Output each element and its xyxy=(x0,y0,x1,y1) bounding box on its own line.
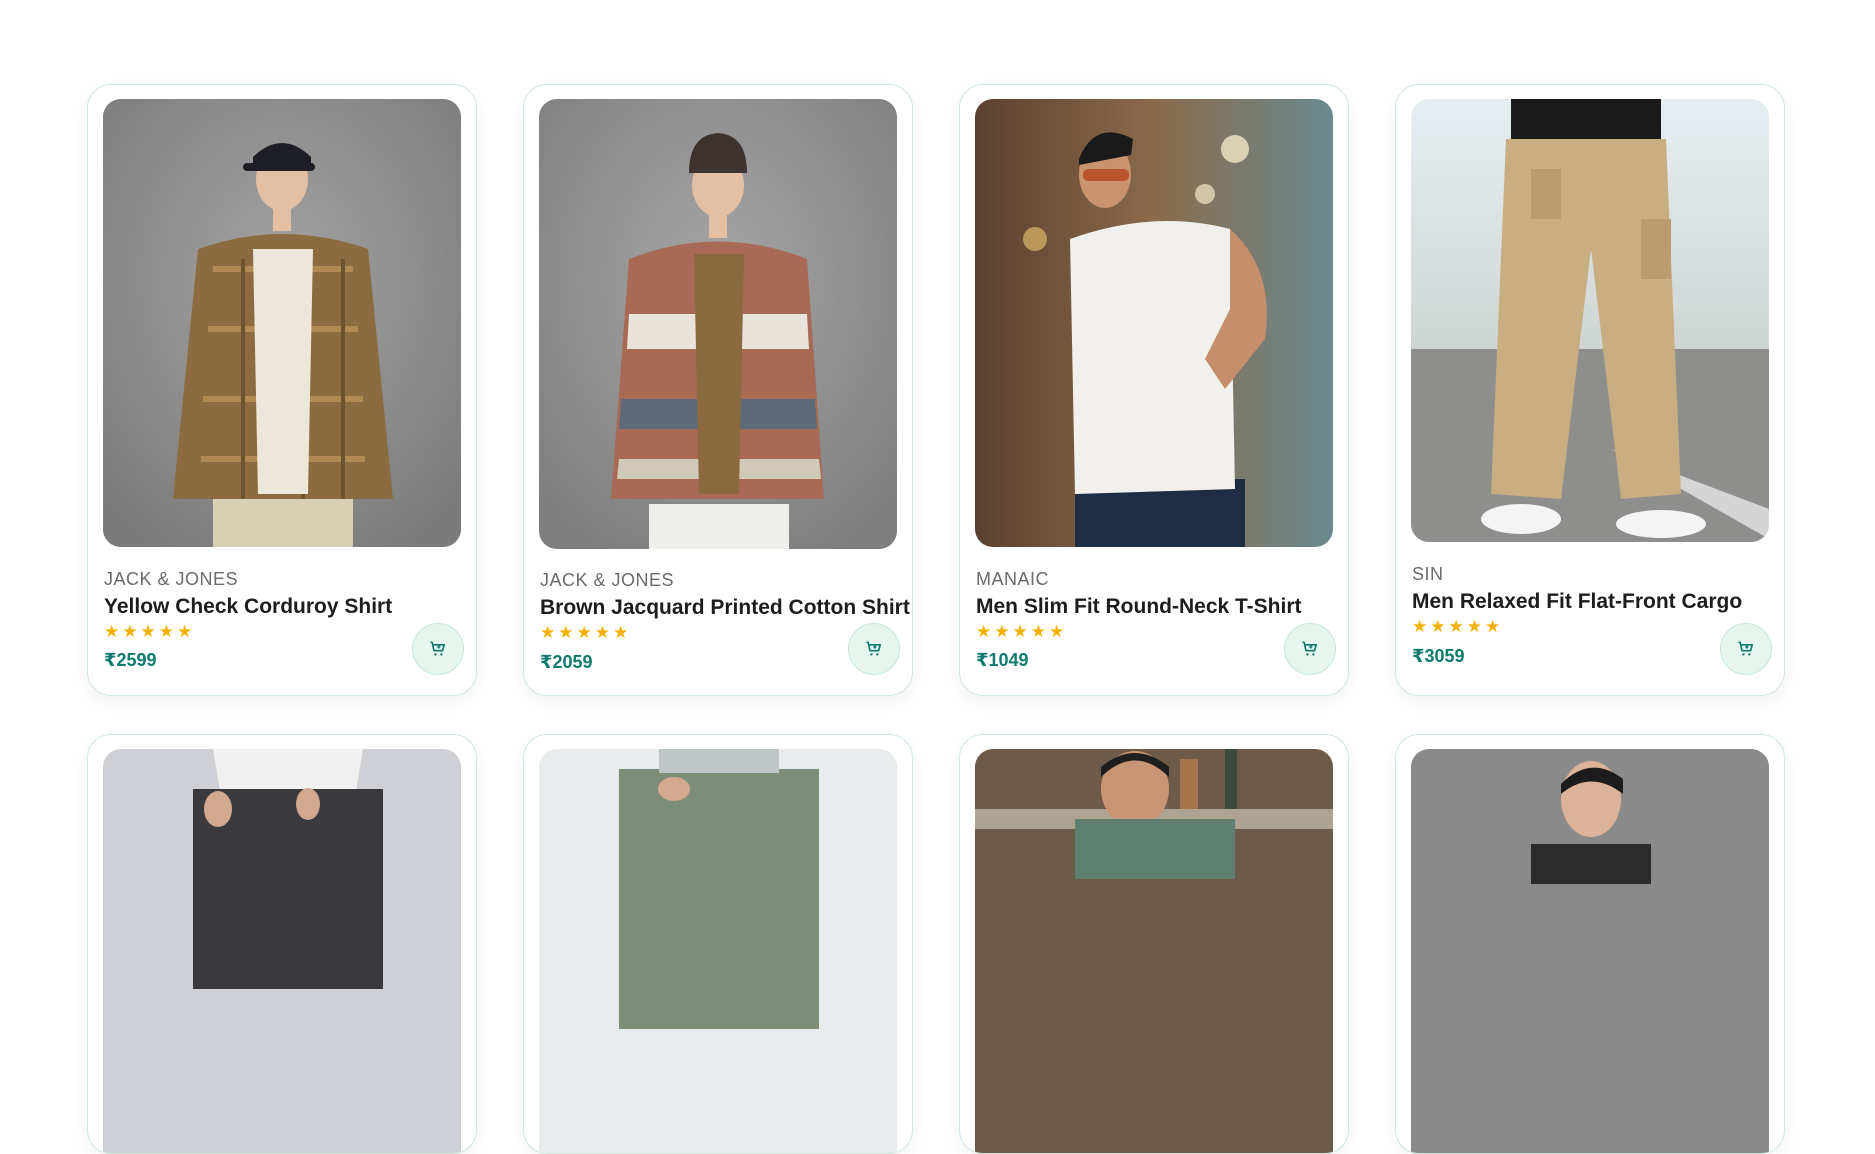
product-grid: JACK & JONES Yellow Check Corduroy Shirt… xyxy=(87,84,1787,1154)
product-title[interactable]: Men Slim Fit Round-Neck T-Shirt xyxy=(976,595,1302,619)
product-brand: JACK & JONES xyxy=(540,570,675,590)
product-image[interactable] xyxy=(539,749,897,1153)
add-to-cart-button[interactable] xyxy=(848,623,900,675)
product-card[interactable]: JACK & JONES Brown Jacquard Printed Cott… xyxy=(523,84,913,696)
product-card[interactable] xyxy=(87,734,477,1154)
cart-icon xyxy=(1302,641,1318,656)
cart-icon xyxy=(430,641,446,656)
product-image[interactable] xyxy=(103,749,461,1153)
rating-stars: ★★★★★ xyxy=(976,622,1068,641)
product-image[interactable] xyxy=(1411,99,1769,542)
rating-stars: ★★★★★ xyxy=(104,622,196,641)
add-to-cart-button[interactable] xyxy=(412,623,464,675)
product-brand: MANAIC xyxy=(976,569,1050,589)
product-card[interactable] xyxy=(523,734,913,1154)
product-image[interactable] xyxy=(1411,749,1769,1153)
product-price: ₹2059 xyxy=(540,652,593,672)
rating-stars: ★★★★★ xyxy=(1412,617,1504,636)
product-image[interactable] xyxy=(975,99,1333,547)
product-title[interactable]: Brown Jacquard Printed Cotton Shirt xyxy=(540,596,910,620)
cart-icon xyxy=(1738,641,1754,656)
cart-icon xyxy=(866,641,882,656)
product-price: ₹2599 xyxy=(104,650,157,670)
product-brand: SIN xyxy=(1412,564,1444,584)
product-card[interactable]: SIN Men Relaxed Fit Flat-Front Cargo ★★★… xyxy=(1395,84,1785,696)
product-price: ₹3059 xyxy=(1412,646,1465,666)
product-card[interactable]: MANAIC Men Slim Fit Round-Neck T-Shirt ★… xyxy=(959,84,1349,696)
rating-stars: ★★★★★ xyxy=(540,623,632,642)
product-card[interactable] xyxy=(959,734,1349,1154)
product-title[interactable]: Men Relaxed Fit Flat-Front Cargo xyxy=(1412,590,1742,614)
product-title[interactable]: Yellow Check Corduroy Shirt xyxy=(104,595,392,619)
product-card[interactable]: JACK & JONES Yellow Check Corduroy Shirt… xyxy=(87,84,477,696)
product-image[interactable] xyxy=(975,749,1333,1153)
product-image[interactable] xyxy=(539,99,897,549)
add-to-cart-button[interactable] xyxy=(1720,623,1772,675)
product-price: ₹1049 xyxy=(976,650,1029,670)
product-brand: JACK & JONES xyxy=(104,569,239,589)
product-image[interactable] xyxy=(103,99,461,547)
add-to-cart-button[interactable] xyxy=(1284,623,1336,675)
product-card[interactable] xyxy=(1395,734,1785,1154)
